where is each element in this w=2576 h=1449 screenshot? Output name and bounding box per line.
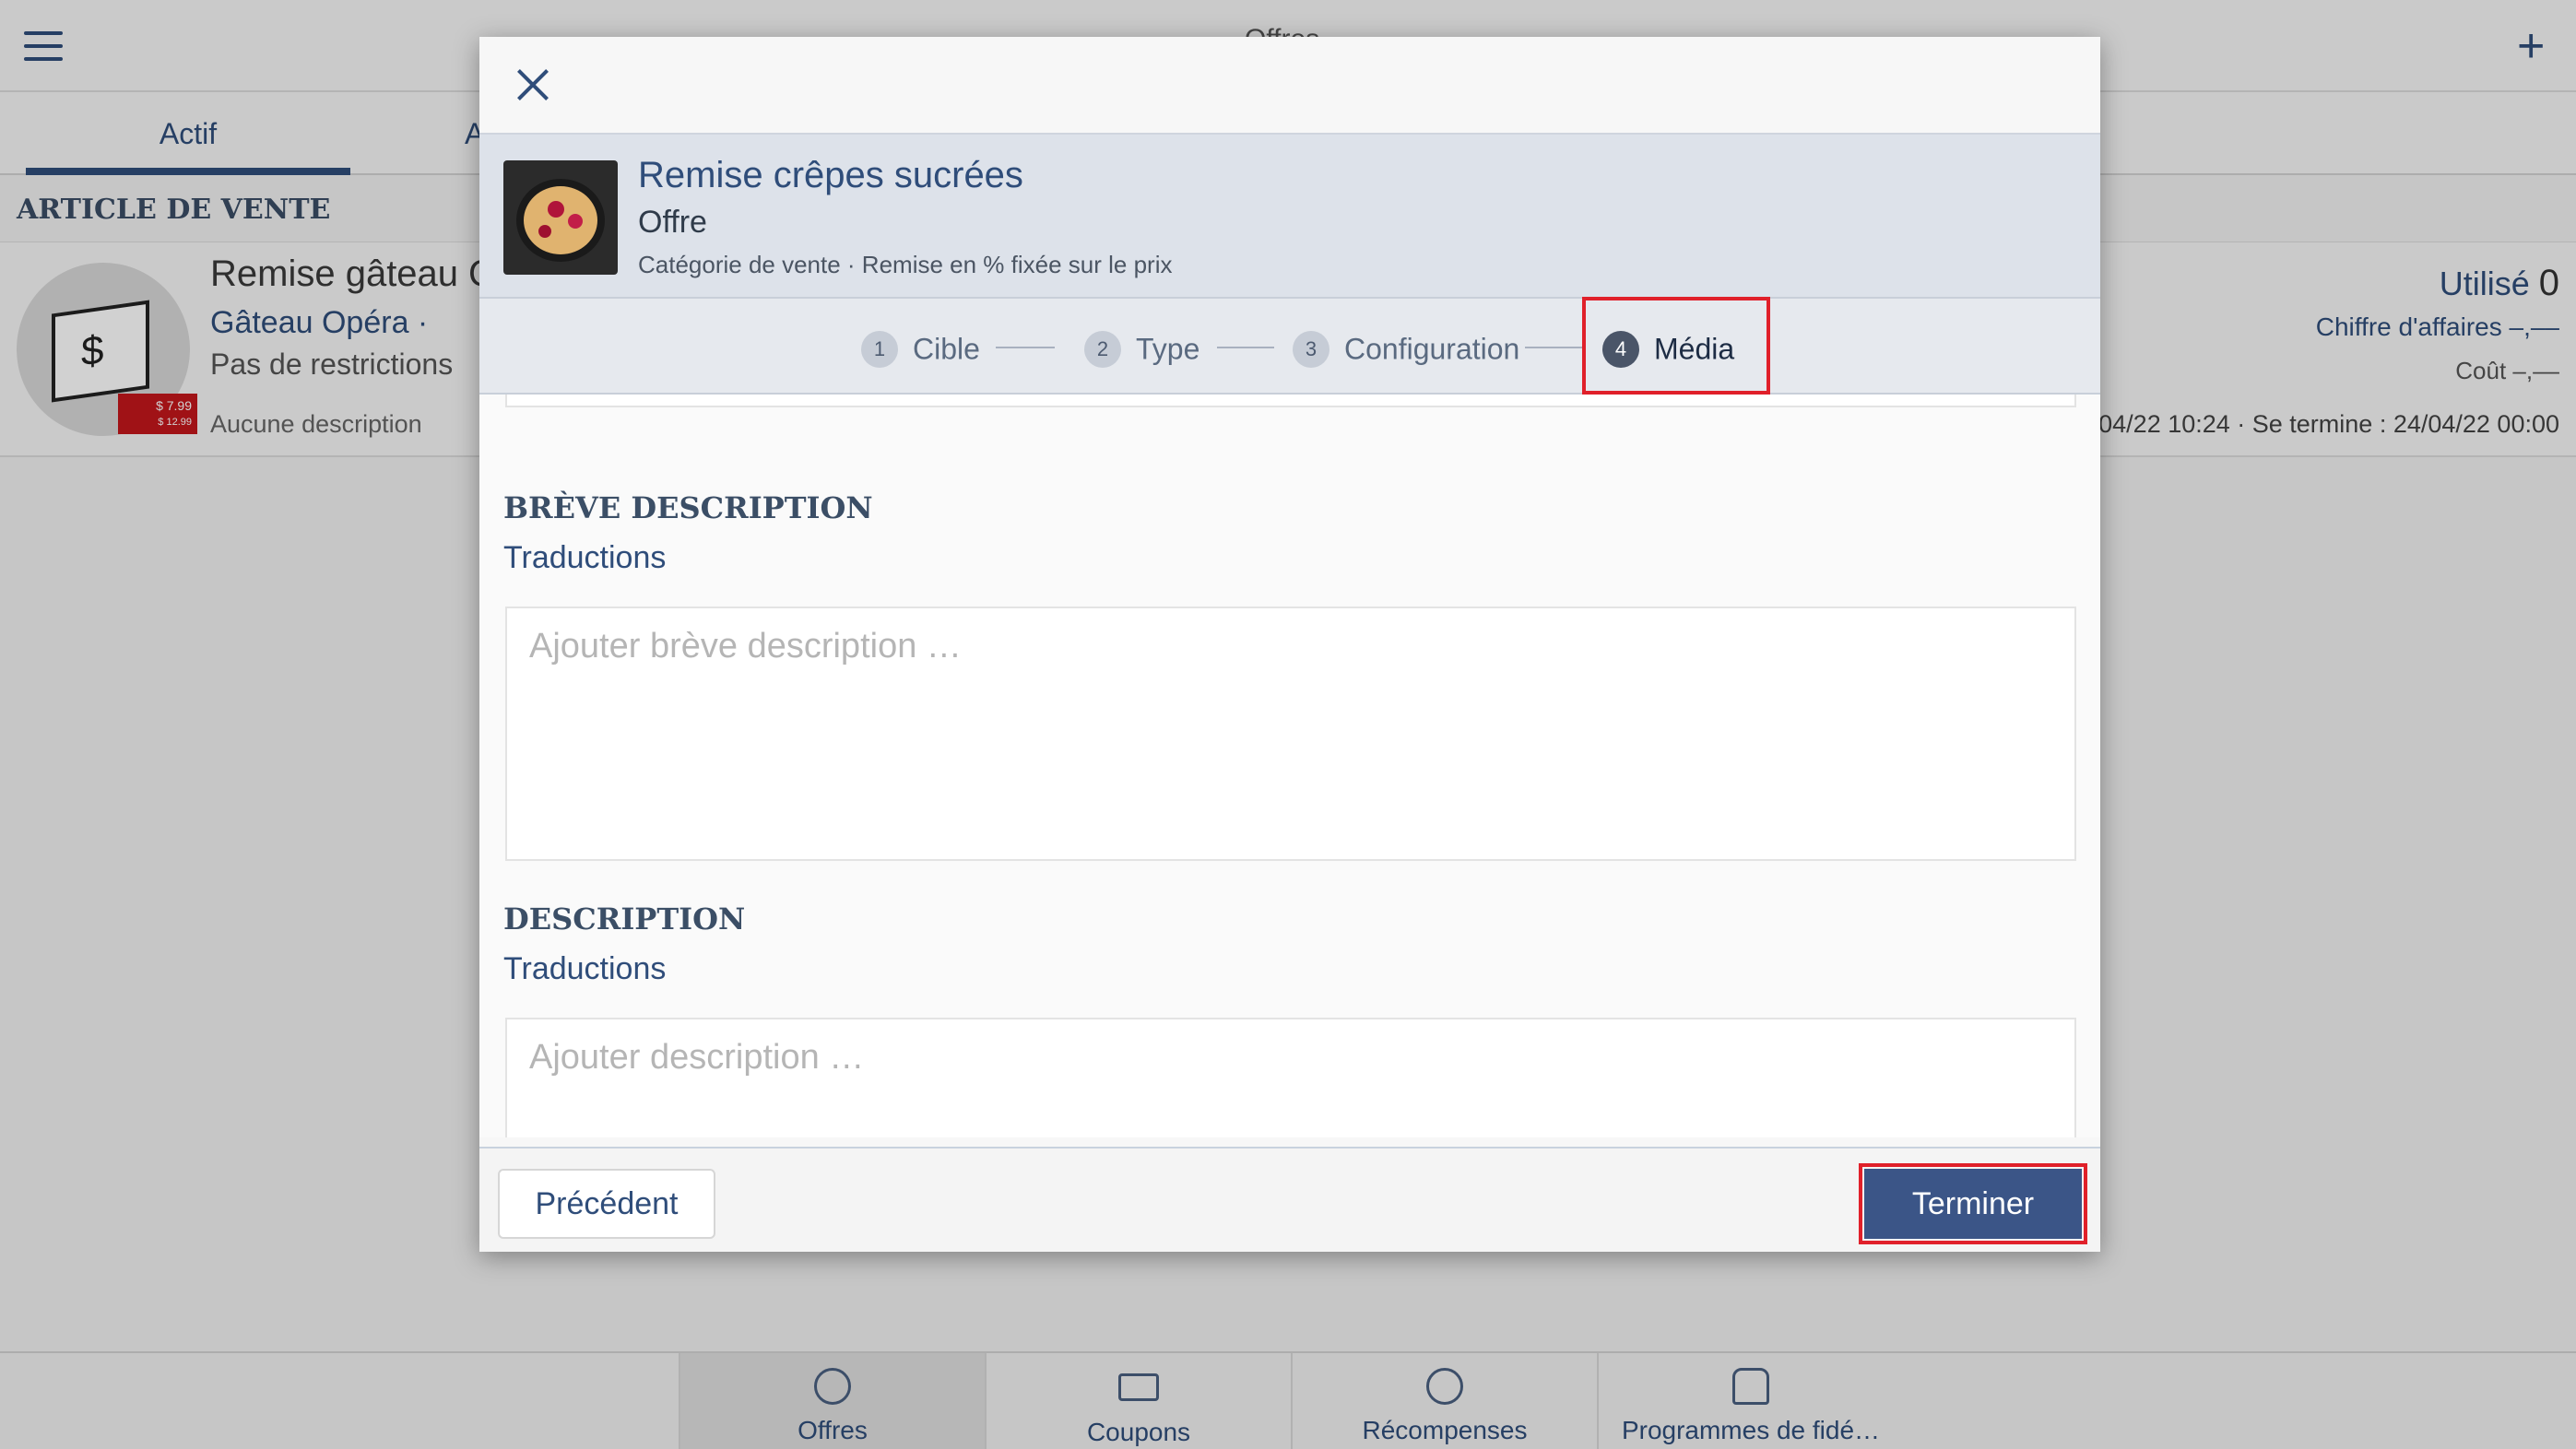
- short-description-input[interactable]: [505, 607, 2076, 861]
- offer-kind: Offre: [638, 205, 707, 240]
- previous-button[interactable]: Précédent: [498, 1169, 715, 1239]
- step-number: 1: [861, 330, 898, 368]
- short-description-title: BRÈVE DESCRIPTION: [503, 490, 873, 525]
- previous-field-edge: [505, 395, 2076, 407]
- step-type[interactable]: 2 Type: [1084, 299, 1199, 395]
- step-configuration[interactable]: 3 Configuration: [1293, 299, 1519, 395]
- step-connector: [996, 347, 1055, 348]
- offer-header: Remise crêpes sucrées Offre Catégorie de…: [479, 133, 2100, 299]
- offer-category: Catégorie de vente · Remise en % fixée s…: [638, 251, 1173, 278]
- highlight-media-step: [1582, 297, 1770, 395]
- step-number: 2: [1084, 330, 1121, 368]
- step-connector: [1217, 347, 1274, 348]
- step-label: Cible: [913, 332, 980, 366]
- offer-title: Remise crêpes sucrées: [638, 155, 1023, 195]
- wizard-stepper: 1 Cible 2 Type 3 Configuration 4 Média: [479, 297, 2100, 395]
- short-description-translations-link[interactable]: Traductions: [503, 540, 666, 576]
- step-label: Type: [1136, 332, 1200, 366]
- close-icon[interactable]: [513, 65, 553, 105]
- modal-top-bar: [479, 37, 2100, 133]
- offer-thumbnail: [503, 160, 618, 275]
- description-input[interactable]: [505, 1018, 2076, 1137]
- media-form: BRÈVE DESCRIPTION Traductions DESCRIPTIO…: [479, 395, 2100, 1137]
- description-title: DESCRIPTION: [503, 901, 746, 937]
- step-label: Configuration: [1344, 332, 1520, 366]
- step-number: 3: [1293, 330, 1329, 368]
- description-translations-link[interactable]: Traductions: [503, 951, 666, 987]
- step-connector: [1525, 347, 1584, 348]
- offer-modal: Remise crêpes sucrées Offre Catégorie de…: [479, 37, 2100, 1252]
- modal-footer: Précédent Terminer: [479, 1147, 2100, 1252]
- highlight-finish-button: [1859, 1163, 2087, 1244]
- step-cible[interactable]: 1 Cible: [861, 299, 980, 395]
